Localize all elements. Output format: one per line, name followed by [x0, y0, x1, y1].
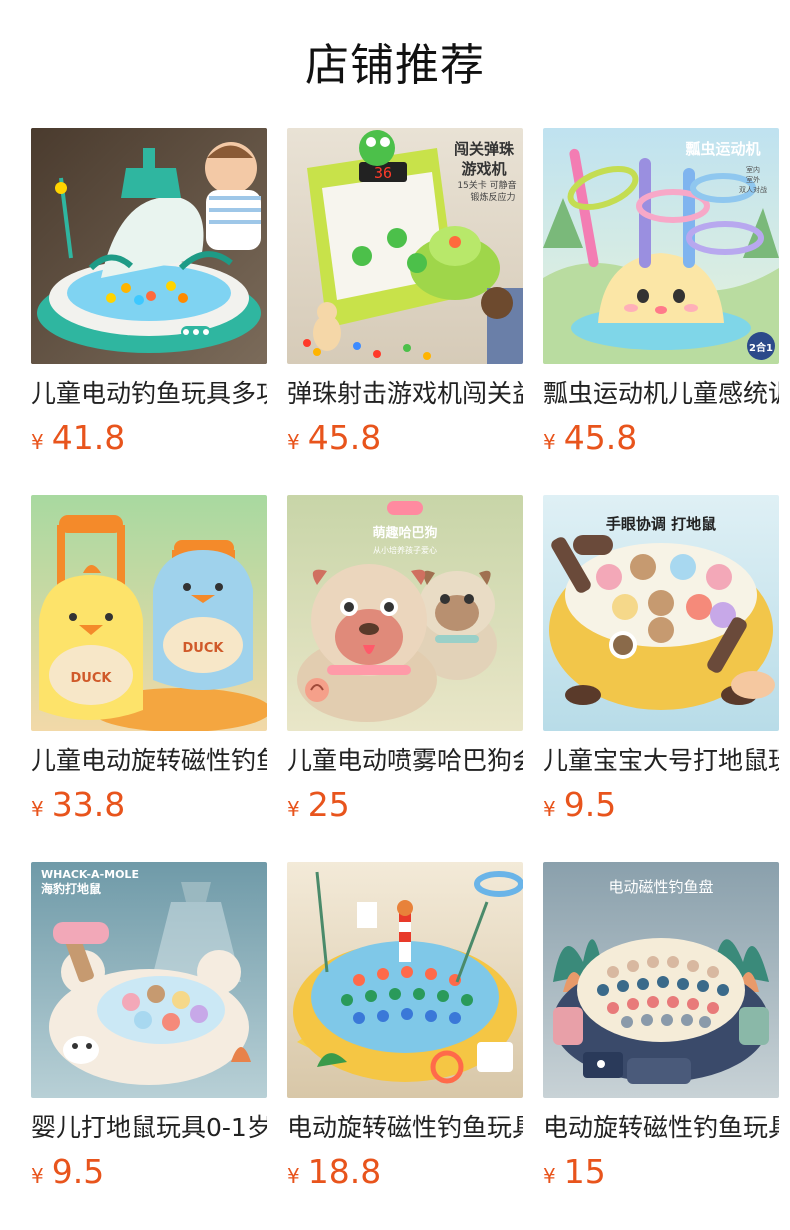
product-name[interactable]: 儿童电动旋转磁性钓鱼 [31, 745, 267, 777]
product-price: ¥41.8 [31, 418, 267, 458]
image-caption-line2: 室外 [746, 175, 760, 184]
product-image[interactable]: DUCK DUCK [31, 495, 267, 731]
image-caption-title: 海豹打地鼠 [41, 881, 101, 896]
ladybug-ring-toss-image: 瓢虫运动机 室内 室外 双人对战 2合1 [543, 128, 779, 364]
product-image[interactable]: 手眼协调 打地鼠 [543, 495, 779, 731]
image-caption-line2: 游戏机 [461, 160, 506, 178]
product-card[interactable]: 36 闯关弹珠 游戏机 15关卡 可静音 锻炼反应力 弹珠射击游戏机闯关 ¥ 4… [287, 128, 523, 495]
product-card[interactable]: 萌趣哈巴狗 从小培养孩子爱心 儿童电动喷雾哈巴狗 ¥ 25 [287, 495, 523, 862]
image-caption-subtitle: 从小培养孩子爱心 [373, 545, 437, 555]
image-caption-english: WHACK-A-MOLE [41, 868, 139, 881]
currency-symbol: ¥ [31, 1164, 44, 1188]
duck-label-left: DUCK [71, 671, 113, 686]
badge-text: 2合1 [749, 341, 773, 354]
product-card[interactable]: 电动磁性钓鱼盘 电动旋转磁性钓鱼玩具 ¥ 15 [543, 862, 779, 1229]
price-amount: 9.5 [51, 1152, 105, 1191]
product-card[interactable]: 儿童电动钓鱼玩具多功能 ¥41.8 [31, 128, 267, 495]
price-amount: 18.8 [307, 1152, 382, 1191]
product-price: ¥9.5 [543, 785, 779, 825]
product-price: ¥45.8 [287, 418, 523, 458]
product-name[interactable]: 婴儿打地鼠玩具0-1岁 [31, 1112, 267, 1144]
currency-symbol: ¥ [543, 797, 556, 821]
currency-symbol: ¥ [287, 1164, 300, 1188]
product-card[interactable]: 瓢虫运动机 室内 室外 双人对战 2合1 瓢虫运动机儿童感统训练 ¥45.8 [543, 128, 779, 495]
currency-symbol: ¥ [287, 430, 300, 454]
product-name[interactable]: 电动旋转磁性钓鱼玩具 [543, 1112, 779, 1144]
section-title: 店铺推荐 [305, 40, 485, 91]
product-image[interactable]: 电动磁性钓鱼盘 [543, 862, 779, 1098]
image-caption-line3: 双人对战 [739, 185, 767, 194]
image-caption-line1: 室内 [746, 165, 760, 174]
product-image[interactable]: 36 闯关弹珠 游戏机 15关卡 可静音 锻炼反应力 [287, 128, 523, 364]
product-image[interactable]: WHACK-A-MOLE 海豹打地鼠 [31, 862, 267, 1098]
product-price: ¥18.8 [287, 1152, 523, 1192]
currency-symbol: ¥ [543, 430, 556, 454]
product-image[interactable]: 瓢虫运动机 室内 室外 双人对战 2合1 [543, 128, 779, 364]
product-image[interactable] [287, 862, 523, 1098]
product-price: ¥15 [543, 1152, 779, 1192]
product-name[interactable]: 儿童电动钓鱼玩具多功能 [31, 378, 267, 410]
product-image[interactable] [31, 128, 267, 364]
whack-a-mole-yellow-image: 手眼协调 打地鼠 [543, 495, 779, 731]
currency-symbol: ¥ [31, 430, 44, 454]
product-card[interactable]: 手眼协调 打地鼠 儿童宝宝大号打地鼠 ¥ 9.5 [543, 495, 779, 862]
price-amount: 45.8 [563, 418, 638, 457]
fishing-playset-image [31, 128, 267, 364]
image-caption-title: 瓢虫运动机 [685, 140, 760, 158]
product-name[interactable]: 儿童电动喷雾哈巴狗会走 [287, 745, 523, 777]
product-price: ¥45.8 [543, 418, 779, 458]
fishing-game-yellow-image [287, 862, 523, 1098]
image-caption-title: 手眼协调 打地鼠 [606, 515, 716, 533]
currency-symbol: ¥ [287, 797, 300, 821]
price-amount: 41.8 [51, 418, 126, 457]
product-name[interactable]: 电动旋转磁性钓鱼玩具 [287, 1112, 523, 1144]
product-name[interactable]: 弹珠射击游戏机闯关益智 [287, 378, 523, 410]
duck-label-right: DUCK [183, 641, 225, 656]
price-amount: 33.8 [51, 785, 126, 824]
product-grid: 儿童电动钓鱼玩具多功能 ¥41.8 36 [31, 128, 779, 1229]
currency-symbol: ¥ [31, 797, 44, 821]
price-amount: 25 [307, 785, 350, 824]
image-caption-line1: 闯关弹珠 [454, 140, 515, 158]
seal-whack-a-mole-image: WHACK-A-MOLE 海豹打地鼠 [31, 862, 267, 1098]
image-caption-title: 萌趣哈巴狗 [372, 525, 437, 541]
duck-trolley-image: DUCK DUCK [31, 495, 267, 731]
product-image[interactable]: 萌趣哈巴狗 从小培养孩子爱心 [287, 495, 523, 731]
image-caption-title: 电动磁性钓鱼盘 [608, 878, 713, 896]
image-caption-line4: 锻炼反应力 [470, 191, 515, 203]
product-card[interactable]: DUCK DUCK 儿童电动旋转磁性钓鱼 ¥33.8 [31, 495, 267, 862]
product-price: ¥9.5 [31, 1152, 267, 1192]
price-amount: 45.8 [307, 418, 382, 457]
price-amount: 15 [563, 1152, 606, 1191]
price-amount: 9.5 [563, 785, 617, 824]
score-display-text: 36 [374, 164, 392, 182]
product-card[interactable]: 电动旋转磁性钓鱼玩具 ¥18.8 [287, 862, 523, 1229]
marble-shooter-image: 36 闯关弹珠 游戏机 15关卡 可静音 锻炼反应力 [287, 128, 523, 364]
product-price: ¥33.8 [31, 785, 267, 825]
fishing-game-grey-image: 电动磁性钓鱼盘 [543, 862, 779, 1098]
product-name[interactable]: 儿童宝宝大号打地鼠玩具 [543, 745, 779, 777]
image-caption-line3: 15关卡 可静音 [457, 179, 516, 191]
product-name[interactable]: 瓢虫运动机儿童感统训练 [543, 378, 779, 410]
product-card[interactable]: WHACK-A-MOLE 海豹打地鼠 婴儿打地鼠玩具0-1岁 ¥ 9.5 [31, 862, 267, 1229]
product-price: ¥25 [287, 785, 523, 825]
pug-robot-image: 萌趣哈巴狗 从小培养孩子爱心 [287, 495, 523, 731]
currency-symbol: ¥ [543, 1164, 556, 1188]
